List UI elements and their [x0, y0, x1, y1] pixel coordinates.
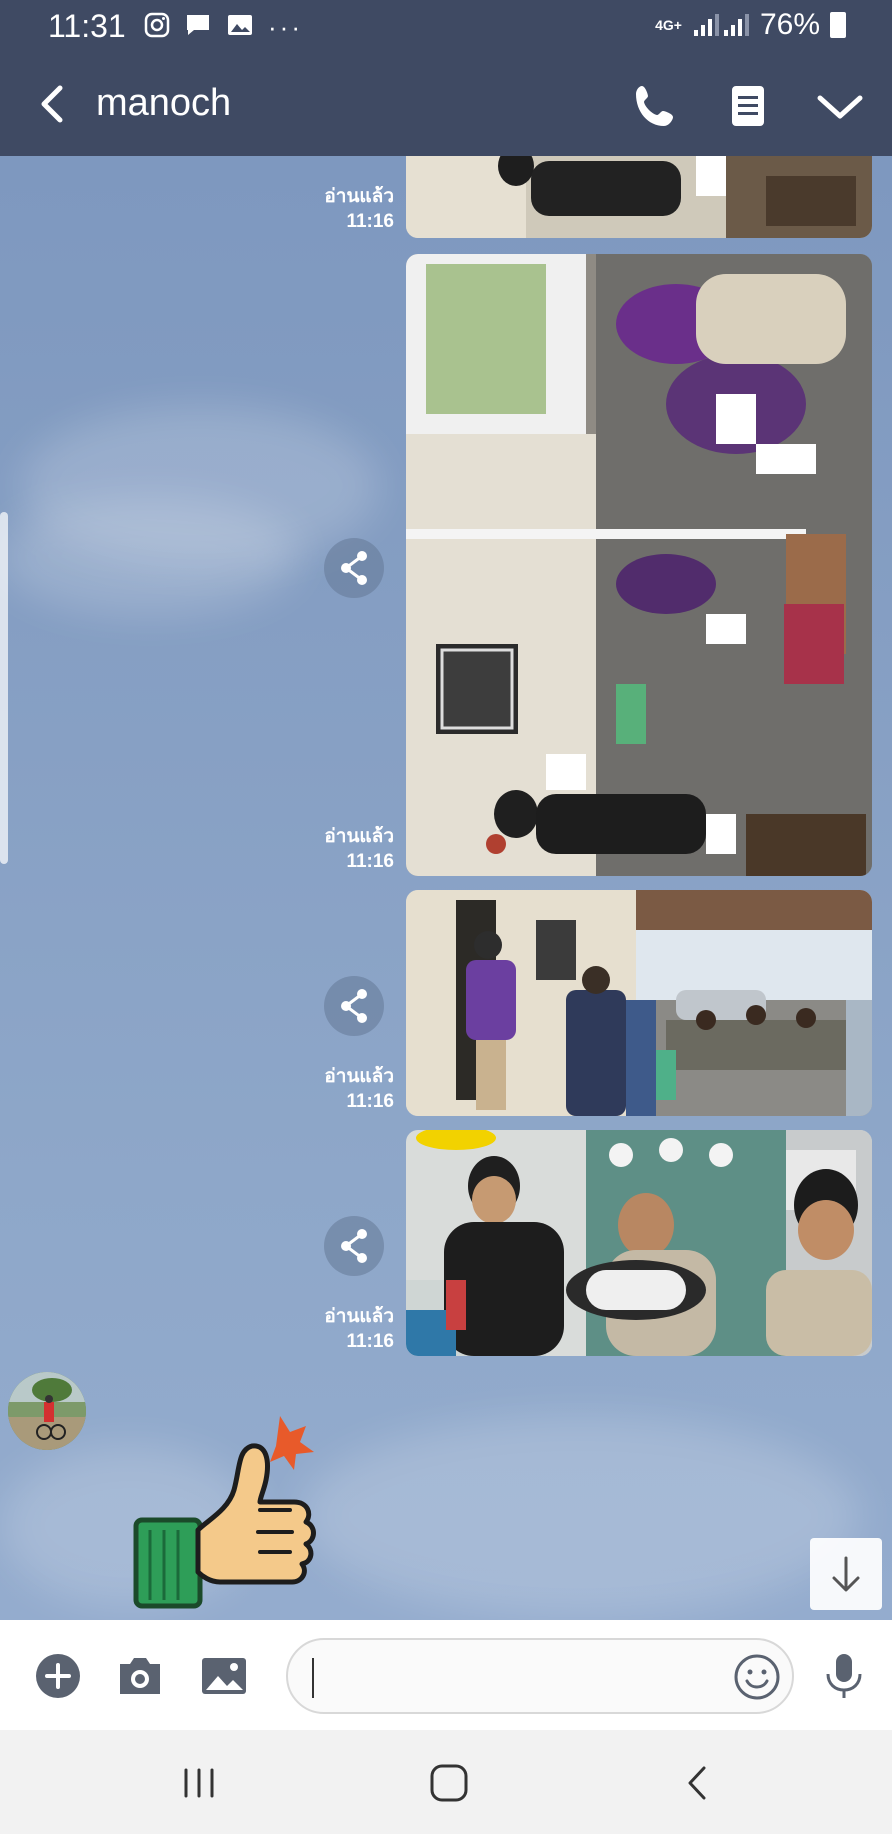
- system-nav-bar: [0, 1730, 892, 1834]
- image-icon: [228, 15, 252, 35]
- signal-icon: [693, 14, 749, 36]
- message-meta: อ่านแล้ว 11:16: [274, 184, 394, 234]
- scroll-to-bottom-button[interactable]: [810, 1538, 882, 1610]
- photo-message[interactable]: [406, 1130, 872, 1356]
- photo-message[interactable]: [406, 156, 872, 238]
- instagram-icon: [144, 12, 170, 38]
- phone-icon[interactable]: [628, 78, 684, 134]
- message-meta: อ่านแล้ว 11:16: [274, 1064, 394, 1114]
- message-meta: อ่านแล้ว 11:16: [274, 824, 394, 874]
- share-icon: [341, 551, 367, 585]
- add-icon[interactable]: [32, 1650, 84, 1702]
- status-time: 11:31: [48, 8, 126, 44]
- message-meta: อ่านแล้ว 11:16: [274, 1304, 394, 1354]
- more-notifications-icon: ···: [268, 12, 303, 42]
- share-button[interactable]: [324, 1216, 384, 1276]
- photo-message[interactable]: [406, 890, 872, 1116]
- contact-avatar[interactable]: [8, 1372, 86, 1450]
- camera-icon[interactable]: [114, 1650, 166, 1702]
- message-time: 11:16: [346, 211, 394, 232]
- message-time: 11:16: [346, 1331, 394, 1352]
- battery-level: 76%: [759, 8, 820, 41]
- back-icon[interactable]: [674, 1758, 724, 1808]
- notes-icon[interactable]: [720, 78, 776, 134]
- share-icon: [341, 1229, 367, 1263]
- thumbs-up-sticker[interactable]: [130, 1400, 340, 1620]
- status-bar: 11:31 ··· 4G+ 76%: [0, 0, 892, 52]
- share-button[interactable]: [324, 976, 384, 1036]
- read-receipt: อ่านแล้ว: [324, 1306, 394, 1327]
- message-icon: [187, 15, 209, 35]
- emoji-icon[interactable]: [732, 1652, 782, 1702]
- gallery-icon[interactable]: [198, 1650, 250, 1702]
- status-right: 4G+ 76%: [655, 8, 846, 42]
- recent-apps-icon[interactable]: [174, 1758, 224, 1808]
- message-time: 11:16: [346, 851, 394, 872]
- battery-icon: [830, 12, 846, 38]
- photo-image: [406, 156, 872, 238]
- message-time: 11:16: [346, 1091, 394, 1112]
- microphone-icon[interactable]: [818, 1650, 870, 1702]
- photo-image: [406, 1130, 872, 1356]
- photo-message[interactable]: [406, 254, 872, 876]
- back-arrow-icon[interactable]: [24, 74, 84, 134]
- arrow-down-icon: [832, 1556, 860, 1592]
- message-input-bar: [0, 1620, 892, 1730]
- share-button[interactable]: [324, 538, 384, 598]
- photo-image: [406, 890, 872, 1116]
- chevron-down-icon[interactable]: [812, 78, 868, 134]
- notification-icons: ···: [144, 12, 303, 43]
- photo-image: [406, 254, 872, 876]
- home-icon[interactable]: [424, 1758, 474, 1808]
- read-receipt: อ่านแล้ว: [324, 1066, 394, 1087]
- chat-header: manoch: [0, 52, 892, 156]
- edge-handle[interactable]: [0, 512, 8, 864]
- read-receipt: อ่านแล้ว: [324, 186, 394, 207]
- chat-area[interactable]: อ่านแล้ว 11:16 อ่านแล้ว 11:16 อ่านแล้ว 1…: [0, 156, 892, 1620]
- avatar-image: [8, 1372, 86, 1450]
- read-receipt: อ่านแล้ว: [324, 826, 394, 847]
- contact-name[interactable]: manoch: [96, 82, 231, 125]
- network-type: 4G+: [655, 17, 682, 33]
- share-icon: [341, 989, 367, 1023]
- message-input[interactable]: [286, 1638, 794, 1714]
- text-caret: [312, 1658, 314, 1698]
